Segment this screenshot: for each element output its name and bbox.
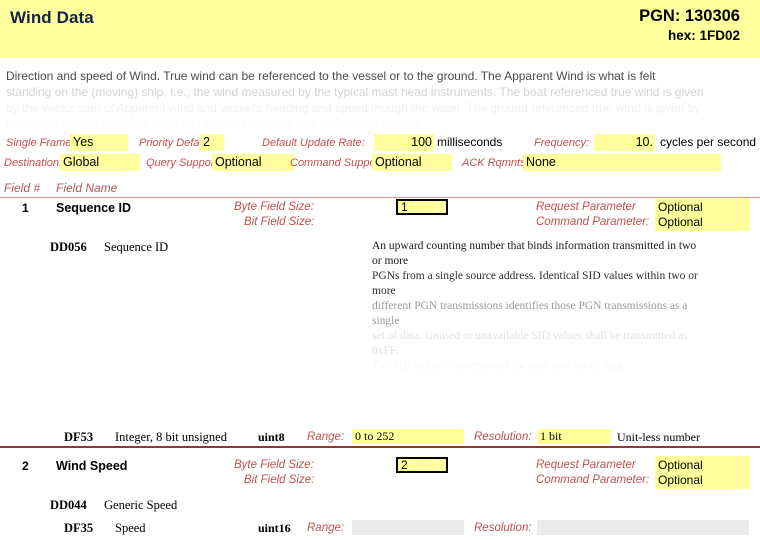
query-support-value: Optional <box>212 154 294 171</box>
frequency-value: 10. <box>594 134 655 151</box>
field-1-df-name: Integer, 8 bit unsigned <box>115 430 227 444</box>
header-divider-rule <box>0 197 760 198</box>
ack-rqmnts-value: None <box>523 154 721 171</box>
pgn-document-page: Wind Data PGN: 130306 hex: 1FD02 Directi… <box>0 0 760 540</box>
field-1-dd-description: An upward counting number that binds inf… <box>372 239 702 374</box>
field-2-bit-field-size-label: Bit Field Size: <box>244 474 315 486</box>
field-1-units-note: Unit-less number <box>617 430 700 444</box>
field-1-byte-field-size-label: Byte Field Size: <box>234 201 314 213</box>
column-header-field-name: Field Name <box>56 181 118 195</box>
field-1-dd-description-line-4: set of data. Unused or unavailable SID v… <box>372 330 688 357</box>
frequency-label: Frequency: <box>534 137 590 149</box>
description-line-2: standing on the (moving) ship, I.e., the… <box>6 85 704 99</box>
pgn-description: Direction and speed of Wind. True wind c… <box>6 68 754 132</box>
field-2-byte-field-size-value[interactable]: 2 <box>396 457 448 473</box>
default-update-rate-value: 100 <box>374 134 434 151</box>
field-1-command-parameter-label: Command Parameter: <box>536 216 650 228</box>
default-update-rate-units: milliseconds <box>437 135 503 149</box>
field-2-df-name: Speed <box>115 521 146 535</box>
field-2-resolution-value-box <box>537 520 749 535</box>
query-support-label: Query Support: <box>146 157 221 169</box>
page-title: Wind Data <box>10 8 94 27</box>
field-2-request-parameter-value: Optional <box>658 458 703 472</box>
field-1-resolution-value: 1 bit <box>537 429 611 444</box>
default-update-rate-label: Default Update Rate: <box>262 137 365 149</box>
description-line-1: Direction and speed of Wind. True wind c… <box>6 69 656 83</box>
field-1-dd-description-line-2: PGNs from a single source address. Ident… <box>372 270 698 297</box>
field-1-command-parameter-value: Optional <box>658 215 703 229</box>
single-frame-label: Single Frame: <box>6 137 75 149</box>
column-header-field-number: Field # <box>4 181 41 195</box>
field-1-request-parameter-label: Request Parameter <box>536 201 636 213</box>
pgn-number-label: PGN: 130306 <box>639 7 740 25</box>
ack-rqmnts-label: ACK Rqmnts: <box>462 157 529 169</box>
field-2-resolution-label: Resolution: <box>474 522 532 534</box>
description-line-3: by the vector sum of Apparent wind and v… <box>6 101 701 115</box>
field-1-df-code: DF53 <box>64 430 94 444</box>
field-2-request-parameter-label: Request Parameter <box>536 459 636 471</box>
field-1-byte-field-size-value[interactable]: 1 <box>396 199 448 215</box>
field-1-dd-description-line-3: different PGN transmissions identifies t… <box>372 300 688 327</box>
field-1-bit-field-size-label: Bit Field Size: <box>244 216 315 228</box>
field-1-df-type: uint8 <box>258 430 285 444</box>
field-2-dd-name: Generic Speed <box>104 498 178 512</box>
field-2-name: Wind Speed <box>56 459 128 473</box>
field-1-name: Sequence ID <box>56 201 132 215</box>
field-1-range-value: 0 to 252 <box>352 429 464 444</box>
field-2-command-parameter-label: Command Parameter: <box>536 474 650 486</box>
metadata-row-2: Destination: Global Query Support: Optio… <box>0 154 760 173</box>
frequency-units: cycles per second <box>660 135 757 149</box>
field-1-dd-name: Sequence ID <box>104 240 169 254</box>
destination-label: Destination: <box>4 157 63 169</box>
field-2-byte-field-size-label: Byte Field Size: <box>234 459 314 471</box>
field-2-range-label: Range: <box>307 522 345 534</box>
field-2-df-type: uint16 <box>258 521 291 535</box>
field-1-bottom-rule <box>0 446 760 448</box>
field-1-dd-description-line-1: An upward counting number that binds inf… <box>372 240 697 267</box>
field-2-command-parameter-value: Optional <box>658 473 703 487</box>
priority-default-value: 2 <box>200 134 224 151</box>
field-table-header: Field # Field Name <box>0 181 760 197</box>
field-2-df-code: DF35 <box>64 521 94 535</box>
field-2-range-value-box <box>352 520 464 535</box>
header-banner: Wind Data PGN: 130306 hex: 1FD02 <box>0 0 760 58</box>
field-1-dd-description-line-5: The SID value is incremented for each ne… <box>372 360 625 372</box>
field-1-request-parameter-value: Optional <box>658 200 703 214</box>
metadata-row-1: Single Frame: Yes Priority Default: 2 De… <box>0 134 760 153</box>
destination-value: Global <box>60 154 140 171</box>
field-2-number: 2 <box>22 459 29 473</box>
field-1-dd-code: DD056 <box>50 240 87 254</box>
field-1-range-label: Range: <box>307 431 345 443</box>
field-1-number: 1 <box>22 201 29 215</box>
command-support-value: Optional <box>372 154 452 171</box>
single-frame-value: Yes <box>70 134 128 151</box>
field-2-dd-code: DD044 <box>50 498 87 512</box>
field-1-resolution-label: Resolution: <box>474 431 532 443</box>
pgn-hex-label: hex: 1FD02 <box>667 28 740 43</box>
description-line-4: the vector sum of Apparent wind and vess… <box>6 117 423 131</box>
